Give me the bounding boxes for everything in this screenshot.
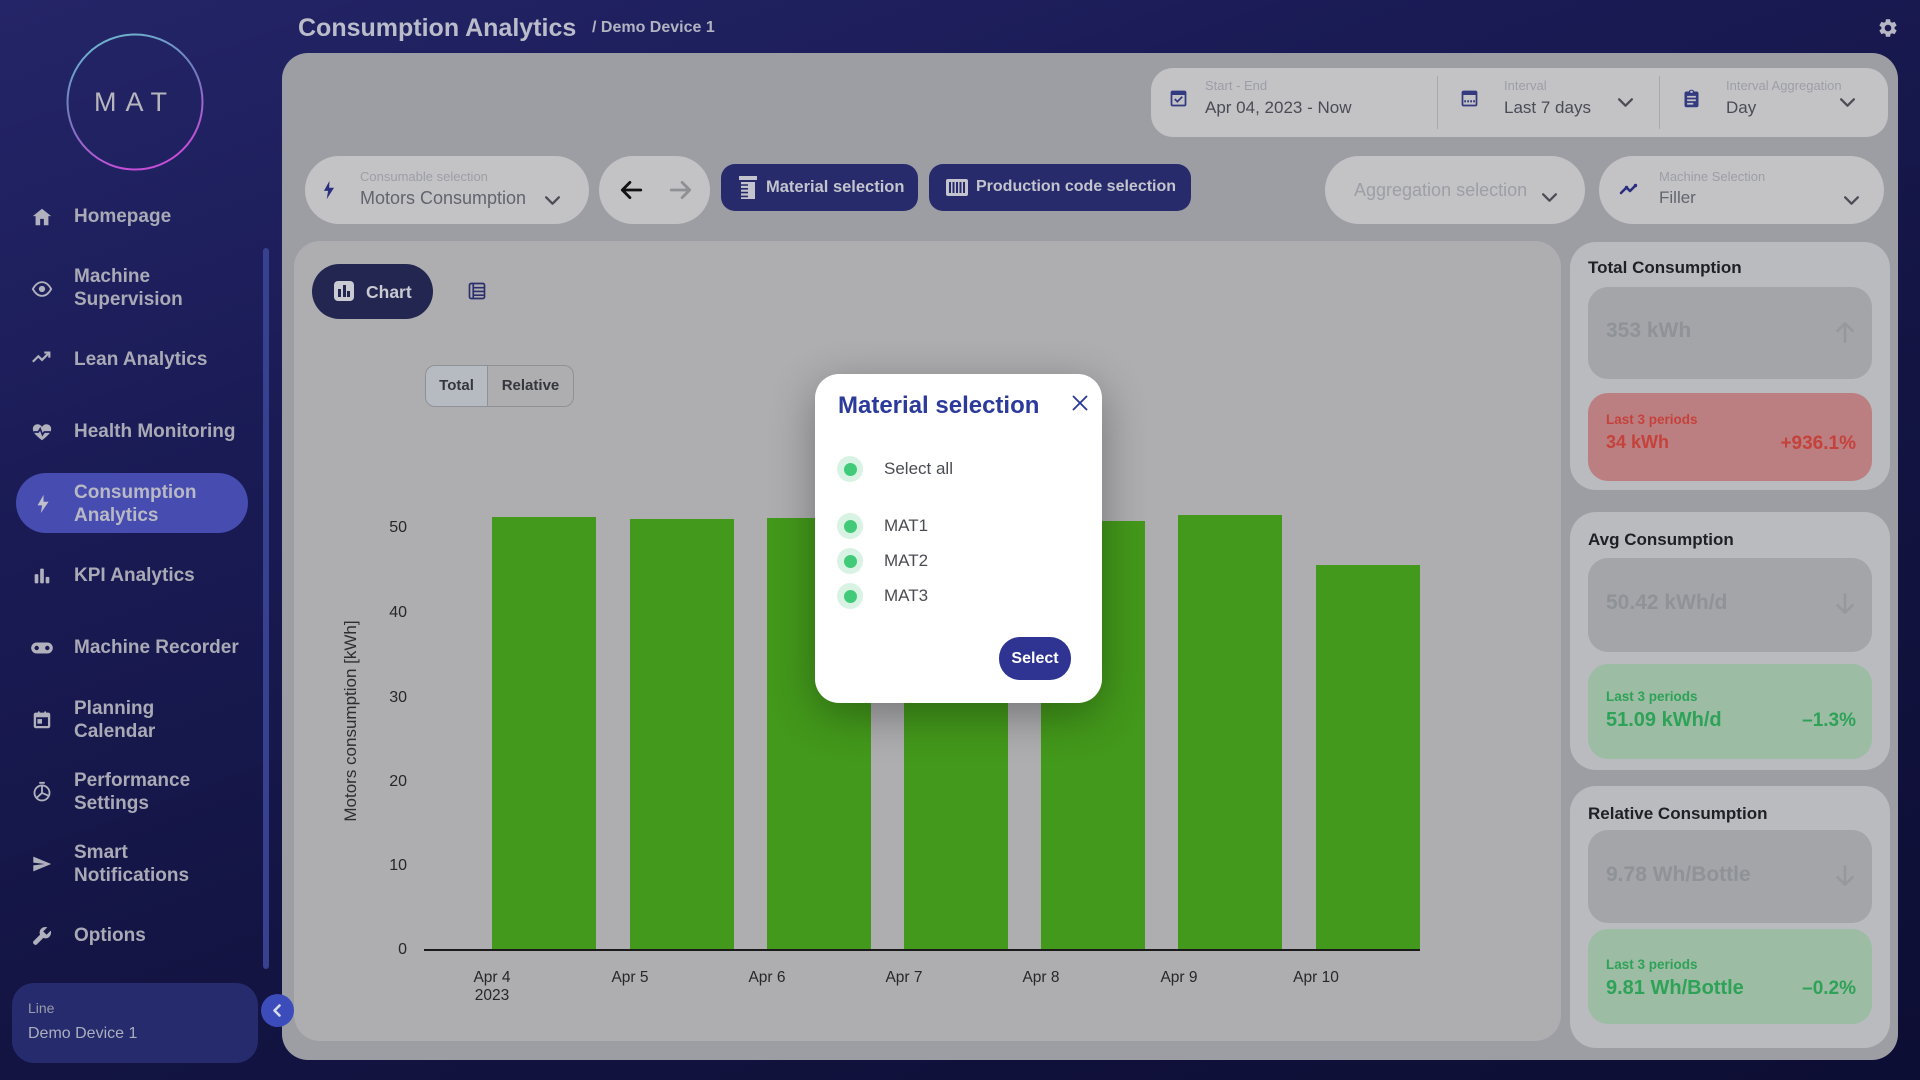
svg-text:MAT: MAT — [94, 87, 176, 117]
